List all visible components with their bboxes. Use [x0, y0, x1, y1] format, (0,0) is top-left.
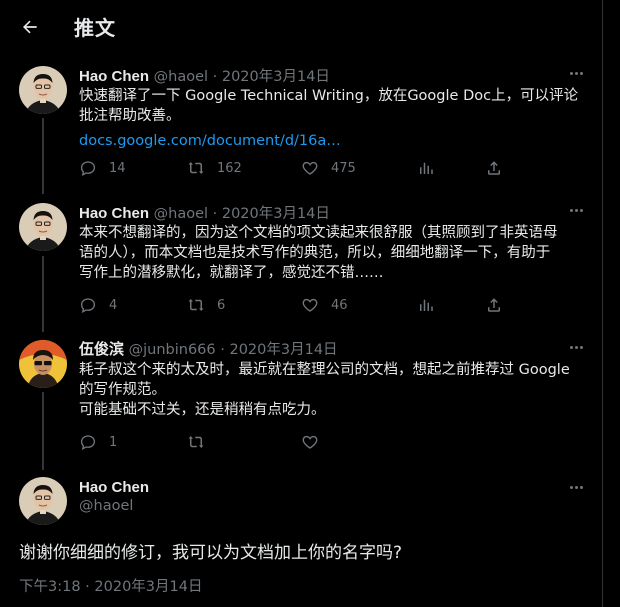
tweet-link[interactable]: docs.google.com/document/d/16a…: [79, 131, 589, 151]
author-handle[interactable]: @haoel: [79, 498, 149, 514]
tweet-date[interactable]: 2020年3月14日: [222, 206, 330, 222]
tweet-header: Hao Chen @haoel · 2020年3月14日: [79, 65, 330, 86]
more-icon: [569, 485, 573, 489]
author-handle[interactable]: @haoel: [154, 206, 208, 222]
tweet-thread-panel: 推文 Hao Chen @haoel · 2020年3月14日 快速翻译了一下 …: [0, 0, 603, 607]
author-name[interactable]: 伍俊滨: [79, 341, 124, 358]
text-line: 写作上的潜移默化，就翻译了，感觉还不错……: [79, 265, 384, 281]
more-icon: [569, 208, 573, 212]
tweet-date[interactable]: 2020年3月14日: [229, 342, 337, 358]
like-button[interactable]: 475: [301, 158, 356, 178]
thread-line: [42, 256, 44, 332]
separator: ·: [212, 69, 218, 85]
avatar-image: [19, 340, 67, 388]
tweet-header: Hao Chen @haoel · 2020年3月14日: [79, 202, 330, 223]
more-icon: [569, 71, 573, 75]
text-line: 的写作规范。: [79, 382, 166, 398]
reply-count: 4: [109, 297, 118, 313]
tweet-text: 耗子叔这个来的太及时，最近就在整理公司的文档，想起之前推荐过 Google 的写…: [79, 360, 589, 420]
share-button[interactable]: [485, 295, 503, 315]
reply-button[interactable]: 4: [79, 295, 117, 315]
views-button[interactable]: [417, 295, 435, 315]
avatar[interactable]: [19, 477, 67, 525]
share-button[interactable]: [485, 158, 503, 178]
like-button[interactable]: 46: [301, 295, 348, 315]
reply-icon: [80, 298, 96, 313]
analytics-icon: [420, 299, 433, 311]
arrow-left-icon: [23, 20, 37, 34]
avatar[interactable]: [19, 203, 67, 251]
heart-icon: [302, 298, 318, 312]
retweet-icon: [188, 436, 204, 448]
author-name[interactable]: Hao Chen: [79, 205, 149, 222]
author-handle[interactable]: @junbin666: [129, 342, 216, 358]
tweet-timestamp[interactable]: 下午3:18 · 2020年3月14日: [19, 575, 202, 596]
heart-icon: [302, 435, 318, 449]
text-line: 可能基础不过关，还是稍稍有点吃力。: [79, 402, 326, 418]
retweet-count: 6: [217, 297, 226, 313]
tweet-actions: 14 162 475: [79, 158, 519, 178]
views-button[interactable]: [417, 158, 435, 178]
retweet-button[interactable]: 6: [187, 295, 225, 315]
retweet-button[interactable]: 162: [187, 158, 242, 178]
like-button[interactable]: [301, 432, 331, 452]
page-header: 推文: [0, 0, 603, 52]
text-line: 批注帮助改善。: [79, 108, 181, 124]
author-name[interactable]: Hao Chen: [79, 479, 149, 496]
tweet-header: 伍俊滨 @junbin666 · 2020年3月14日: [79, 338, 338, 359]
like-count: 475: [331, 160, 356, 176]
tweet-text: 本来不想翻译的，因为这个文档的项文读起来很舒服（其照顾到了非英语母 语的人），而…: [79, 223, 589, 283]
share-icon: [488, 161, 500, 175]
author-handle[interactable]: @haoel: [154, 69, 208, 85]
text-line: 本来不想翻译的，因为这个文档的项文读起来很舒服（其照顾到了非英语母: [79, 225, 558, 241]
author-name[interactable]: Hao Chen: [79, 68, 149, 85]
reply-button[interactable]: 14: [79, 158, 126, 178]
avatar-image: [19, 66, 67, 114]
back-button[interactable]: [13, 10, 47, 44]
tweet-header: Hao Chen @haoel: [79, 479, 149, 514]
separator: ·: [212, 206, 218, 222]
more-button[interactable]: [566, 480, 586, 494]
thread-line: [42, 392, 44, 470]
text-line: 快速翻译了一下 Google Technical Writing，放在Googl…: [79, 88, 579, 104]
like-count: 46: [331, 297, 348, 313]
more-button[interactable]: [566, 340, 586, 354]
retweet-icon: [188, 299, 204, 311]
more-icon: [569, 345, 573, 349]
tweet-actions: 1: [79, 432, 519, 452]
share-icon: [488, 298, 500, 312]
avatar-image: [19, 203, 67, 251]
tweet-text: 快速翻译了一下 Google Technical Writing，放在Googl…: [79, 86, 589, 151]
reply-icon: [80, 435, 96, 450]
analytics-icon: [420, 162, 433, 174]
heart-icon: [302, 161, 318, 175]
text-line: 语的人），而本文档也是技术写作的典范，所以，细细地翻译一下，有助于: [79, 245, 551, 261]
text-line: 耗子叔这个来的太及时，最近就在整理公司的文档，想起之前推荐过 Google: [79, 362, 570, 378]
avatar-image: [19, 477, 67, 525]
retweet-button[interactable]: [187, 432, 217, 452]
avatar[interactable]: [19, 66, 67, 114]
reply-count: 14: [109, 160, 126, 176]
reply-icon: [80, 161, 96, 176]
avatar[interactable]: [19, 340, 67, 388]
separator: ·: [220, 342, 225, 358]
tweet-text: 谢谢你细细的修订，我可以为文档加上你的名字吗?: [19, 543, 403, 563]
more-button[interactable]: [566, 203, 586, 217]
tweet-date[interactable]: 2020年3月14日: [222, 69, 330, 85]
thread-line: [42, 118, 44, 194]
reply-count: 1: [109, 434, 118, 450]
reply-button[interactable]: 1: [79, 432, 117, 452]
page-title: 推文: [74, 16, 116, 40]
tweet-actions: 4 6 46: [79, 295, 519, 315]
retweet-count: 162: [217, 160, 242, 176]
more-button[interactable]: [566, 66, 586, 80]
retweet-icon: [188, 162, 204, 174]
